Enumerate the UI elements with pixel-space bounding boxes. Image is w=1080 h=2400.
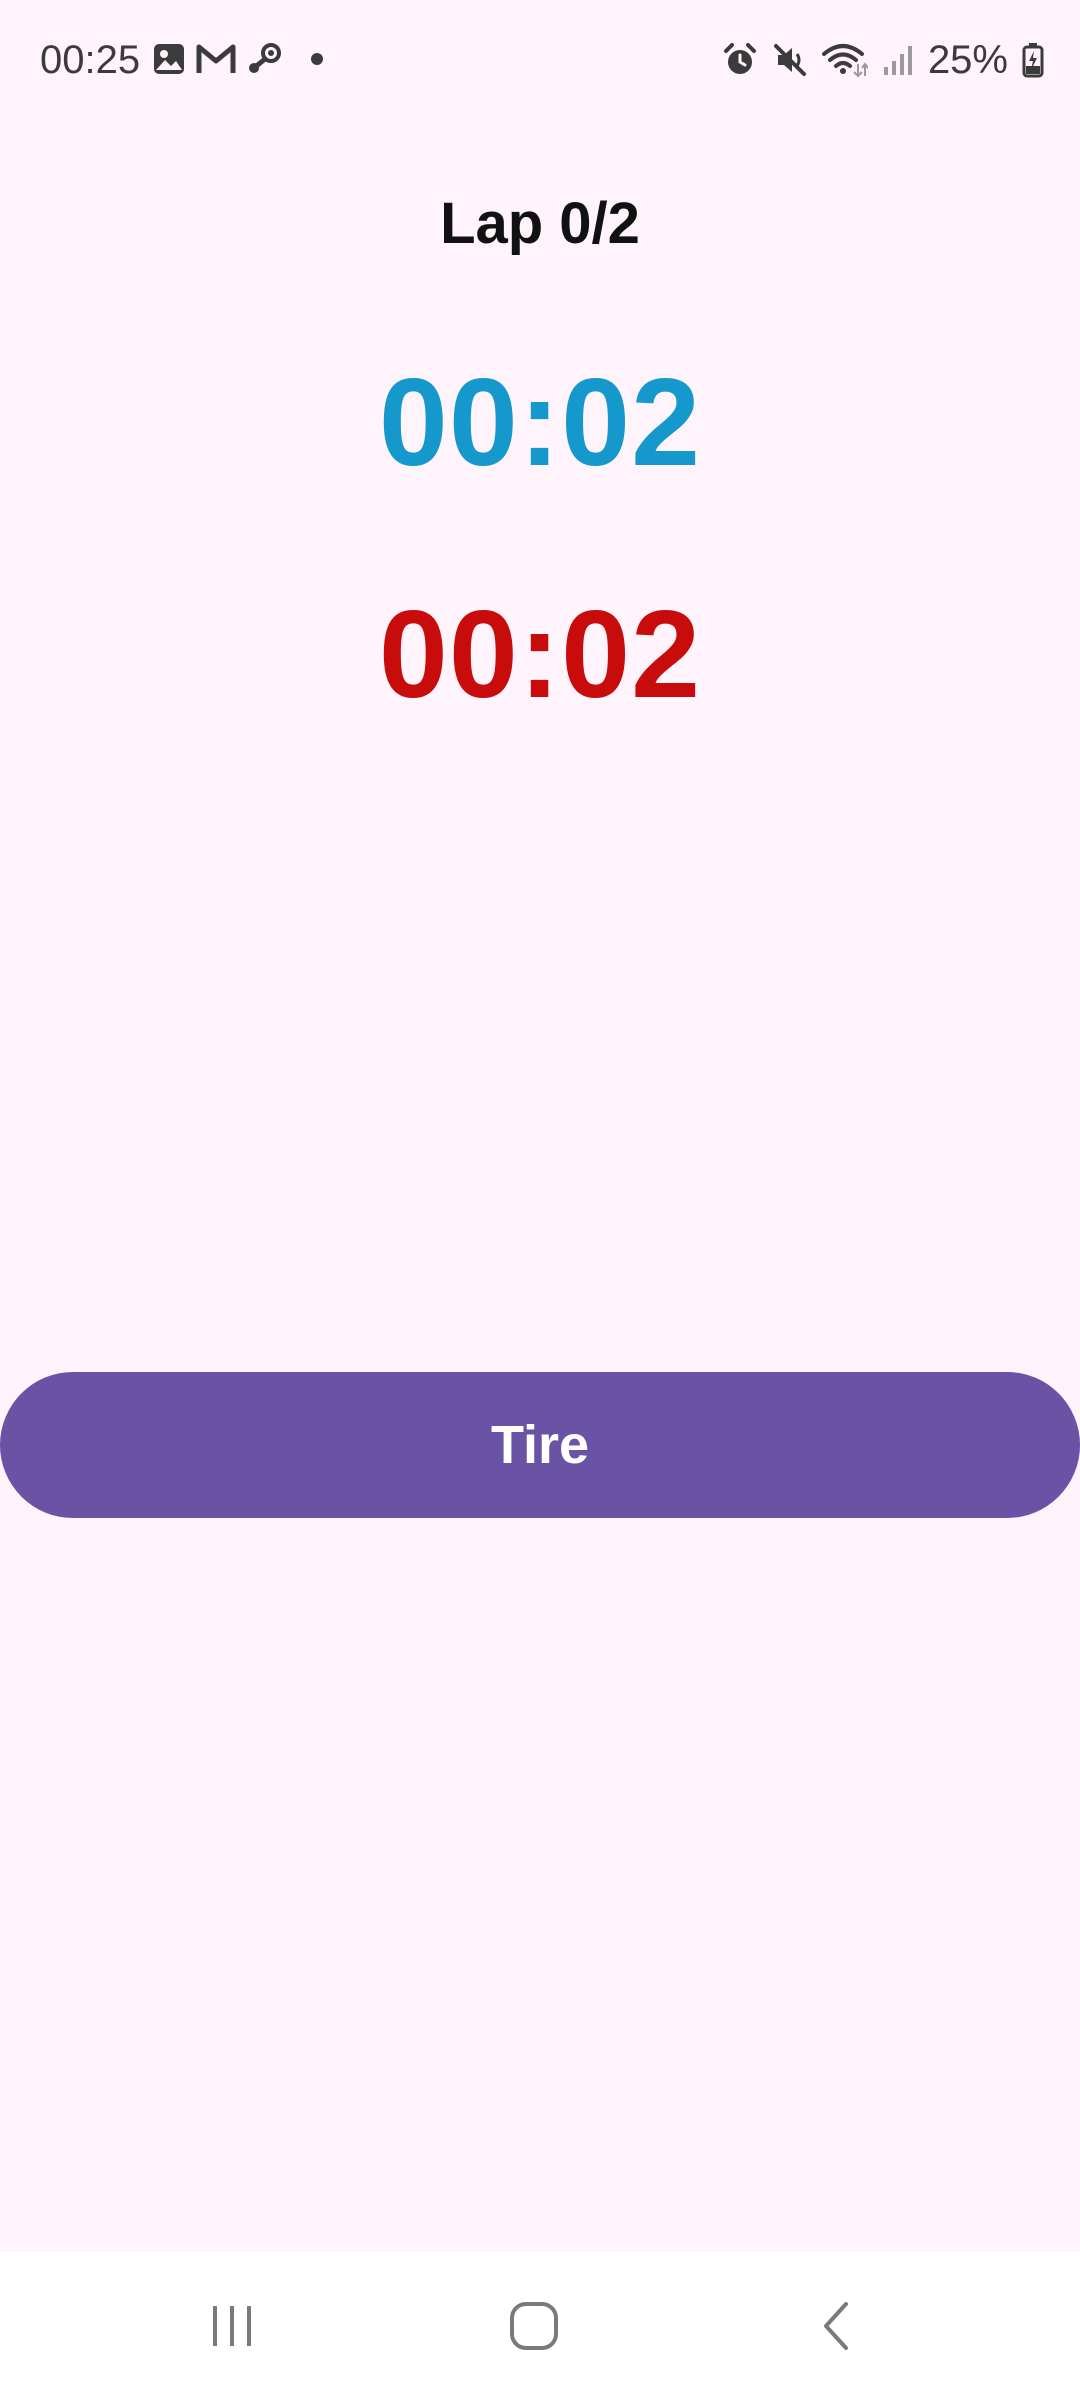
lap-counter: Lap 0/2	[440, 191, 640, 256]
recent-apps-icon	[207, 2302, 257, 2355]
status-time: 00:25	[40, 38, 141, 82]
status-right-icons: 25%	[722, 34, 1044, 86]
alarm-icon	[722, 42, 758, 78]
back-button[interactable]	[796, 2296, 876, 2360]
recent-apps-button[interactable]	[192, 2296, 272, 2360]
home-icon	[508, 2300, 560, 2357]
status-left-icons	[152, 42, 324, 76]
home-button[interactable]	[494, 2296, 574, 2360]
battery-charging-icon	[1022, 42, 1044, 78]
status-bar: 00:25 25%	[0, 0, 1080, 120]
timer-secondary: 00:02	[378, 586, 702, 724]
navigation-bar	[0, 2252, 1080, 2400]
back-icon	[816, 2300, 856, 2357]
tire-button[interactable]: Tire	[0, 1372, 1080, 1518]
timer-primary: 00:02	[378, 354, 702, 492]
steam-icon	[246, 42, 282, 76]
battery-percent: 25%	[927, 38, 1008, 82]
mute-icon	[772, 42, 808, 78]
gmail-icon	[196, 43, 236, 75]
gallery-icon	[152, 42, 186, 76]
wifi-icon	[821, 42, 868, 78]
notification-dot-icon	[310, 52, 324, 66]
signal-icon	[882, 43, 914, 77]
